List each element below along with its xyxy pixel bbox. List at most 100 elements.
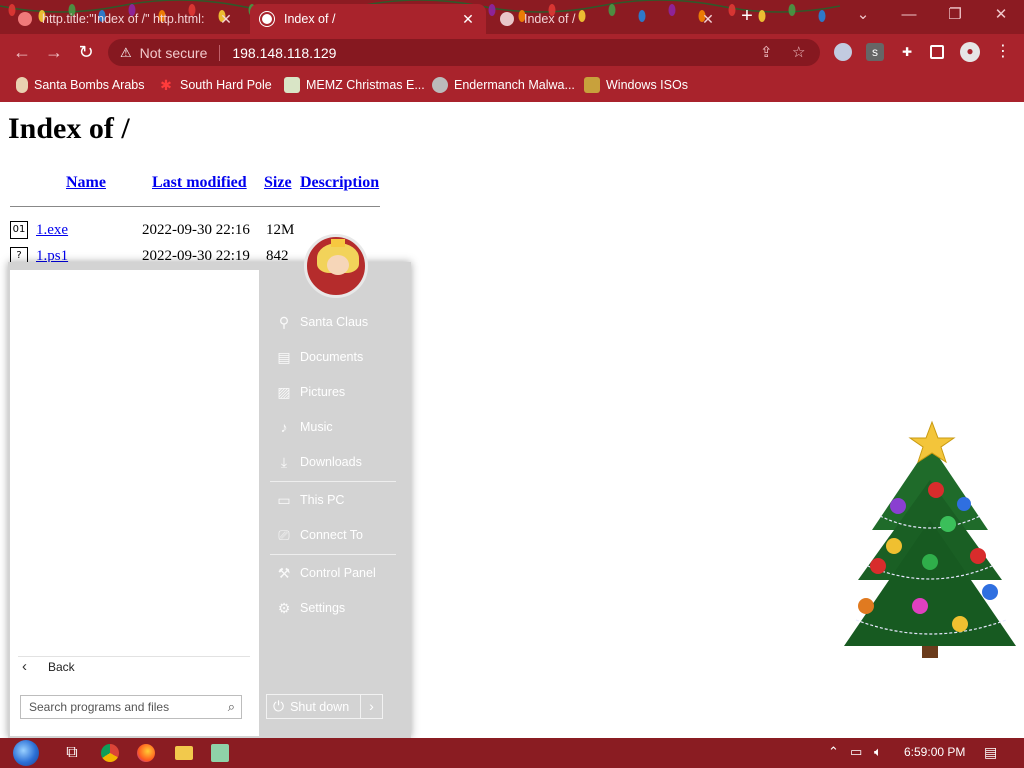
task-view-button[interactable]: ⧉ — [54, 738, 90, 768]
url-text[interactable]: 198.148.118.129 — [232, 45, 336, 61]
start-item-label: Downloads — [300, 455, 362, 469]
volume-icon[interactable]: 🔈︎ — [874, 744, 882, 760]
tab-index-of-active[interactable]: Index of / ✕ — [250, 4, 486, 34]
column-header-description[interactable]: Description — [300, 174, 379, 192]
back-button[interactable]: ‹ Back — [18, 656, 250, 676]
puzzle-extensions-icon[interactable]: ✚ — [898, 43, 916, 61]
start-item-documents[interactable]: ▤ Documents — [270, 345, 363, 369]
wrench-icon: ⚒ — [277, 564, 291, 581]
shutdown-options-button[interactable]: › — [360, 694, 383, 719]
avatar-face — [327, 255, 349, 275]
address-bar[interactable]: ⚠ Not secure 198.148.118.129 ⇪ ☆ — [108, 39, 820, 66]
network-icon[interactable]: ▭ — [850, 744, 862, 760]
start-menu-divider — [270, 481, 396, 482]
bookmark-windows-isos[interactable]: Windows ISOs — [584, 77, 688, 93]
column-header-last-modified[interactable]: Last modified — [152, 174, 247, 192]
computer-icon: ▭ — [277, 491, 291, 508]
minimize-button[interactable]: — — [886, 0, 932, 30]
start-item-connect-to[interactable]: ⎚ Connect To — [270, 523, 363, 547]
taskbar-notepad[interactable] — [202, 738, 238, 768]
chrome-icon — [101, 744, 119, 762]
bookmark-label: South Hard Pole — [180, 78, 272, 92]
security-status-label[interactable]: Not secure — [140, 45, 208, 61]
connect-icon: ⎚ — [278, 526, 290, 543]
bookmark-label: Endermanch Malwa... — [454, 78, 575, 92]
bookmark-south-hard-pole[interactable]: ✱ South Hard Pole — [158, 77, 272, 93]
column-header-size[interactable]: Size — [264, 174, 292, 192]
start-orb-button[interactable] — [6, 738, 46, 768]
start-item-santa-claus[interactable]: ⚲ Santa Claus — [270, 310, 368, 334]
avatar-crown — [331, 239, 345, 247]
file-modified: 2022-09-30 22:16 — [142, 221, 250, 238]
profile-avatar-icon[interactable]: ● — [960, 42, 980, 62]
taskbar-file-explorer[interactable] — [166, 738, 202, 768]
start-search-input[interactable]: Search programs and files ⌕ — [20, 695, 242, 719]
start-item-pictures[interactable]: ▨ Pictures — [270, 380, 345, 404]
windows-orb-icon — [13, 740, 39, 766]
start-item-control-panel[interactable]: ⚒ Control Panel — [270, 561, 376, 585]
tab-index-of[interactable]: Index of / ✕ — [490, 4, 726, 34]
notification-icon[interactable]: ▤ — [984, 744, 997, 761]
start-item-label: Control Panel — [300, 566, 376, 580]
tab-search-button[interactable]: ⌄ — [840, 0, 886, 30]
close-tab-icon[interactable]: ✕ — [460, 11, 476, 28]
user-avatar[interactable] — [304, 234, 368, 298]
column-header-name[interactable]: Name — [66, 174, 106, 192]
share-icon[interactable]: ⇪ — [760, 43, 773, 61]
gift-icon — [584, 77, 600, 93]
shutdown-button[interactable]: ⏻ Shut down — [266, 694, 361, 719]
start-item-music[interactable]: ♪ Music — [270, 415, 333, 439]
table-row: 01 1.exe 2022-09-30 22:16 12M — [10, 220, 294, 240]
bookmark-memz-christmas[interactable]: MEMZ Christmas E... — [284, 77, 425, 93]
start-item-label: Pictures — [300, 385, 346, 399]
snowflake-icon: ✱ — [160, 77, 172, 93]
start-item-label: Connect To — [300, 528, 364, 542]
start-item-downloads[interactable]: ⤓ Downloads — [270, 450, 362, 474]
close-tab-icon[interactable]: ✕ — [218, 11, 234, 28]
light-bulb — [758, 10, 766, 22]
mask-icon — [432, 77, 448, 93]
picture-icon: ▨ — [277, 383, 291, 400]
start-item-settings[interactable]: ⚙ Settings — [270, 596, 345, 620]
bookmark-santa-bombs-arabs[interactable]: Santa Bombs Arabs — [16, 77, 144, 93]
christmas-tree-decoration — [844, 420, 1016, 658]
close-tab-icon[interactable]: ✕ — [700, 11, 716, 28]
search-placeholder: Search programs and files — [29, 700, 170, 714]
start-item-this-pc[interactable]: ▭ This PC — [270, 488, 344, 512]
power-icon: ⏻ — [273, 698, 285, 714]
restore-button[interactable]: ❐ — [932, 0, 978, 30]
bookmark-label: MEMZ Christmas E... — [306, 78, 425, 92]
start-item-label: Settings — [300, 601, 346, 615]
tab-title: Index of / — [524, 12, 576, 26]
notepad-icon — [211, 744, 229, 762]
start-menu: ‹ Back Search programs and files ⌕ ⚲ San… — [8, 234, 411, 738]
bookmark-star-icon[interactable]: ☆ — [792, 43, 805, 61]
bookmark-endermanch-malware[interactable]: Endermanch Malwa... — [432, 77, 575, 93]
reload-icon[interactable]: ↻ — [74, 41, 98, 63]
start-item-label: Music — [300, 420, 333, 434]
new-tab-button[interactable]: + — [736, 6, 758, 28]
shutdown-label: Shut down — [290, 699, 350, 714]
taskbar-firefox[interactable] — [128, 738, 164, 768]
start-item-label: This PC — [300, 493, 345, 507]
search-icon: ⌕ — [227, 699, 235, 714]
chevron-left-icon: ‹ — [22, 658, 27, 675]
extension-s-icon[interactable]: s — [866, 43, 884, 61]
side-panel-icon[interactable] — [930, 45, 944, 59]
tab-title: Index of / — [284, 12, 336, 26]
file-link[interactable]: 1.exe — [36, 222, 142, 239]
address-separator — [219, 44, 221, 61]
chevron-up-icon[interactable]: ⌃ — [828, 744, 839, 760]
close-window-button[interactable]: ✕ — [978, 0, 1024, 30]
desktop: http.title:"Index of /" http.html: ✕ Ind… — [0, 0, 1024, 768]
folder-icon — [175, 746, 193, 760]
tab-shodan-search[interactable]: http.title:"Index of /" http.html: ✕ — [8, 4, 244, 34]
back-arrow-icon[interactable]: ← — [10, 41, 34, 63]
taskbar-chrome[interactable] — [92, 738, 128, 768]
extension-flag-icon[interactable] — [834, 43, 852, 61]
warning-icon[interactable]: ⚠ — [120, 45, 132, 61]
kebab-menu-icon[interactable]: ⋮ — [994, 43, 1012, 61]
forward-arrow-icon[interactable]: → — [42, 41, 66, 63]
clock[interactable]: 6:59:00 PM — [904, 745, 965, 759]
download-icon: ⤓ — [280, 453, 288, 470]
